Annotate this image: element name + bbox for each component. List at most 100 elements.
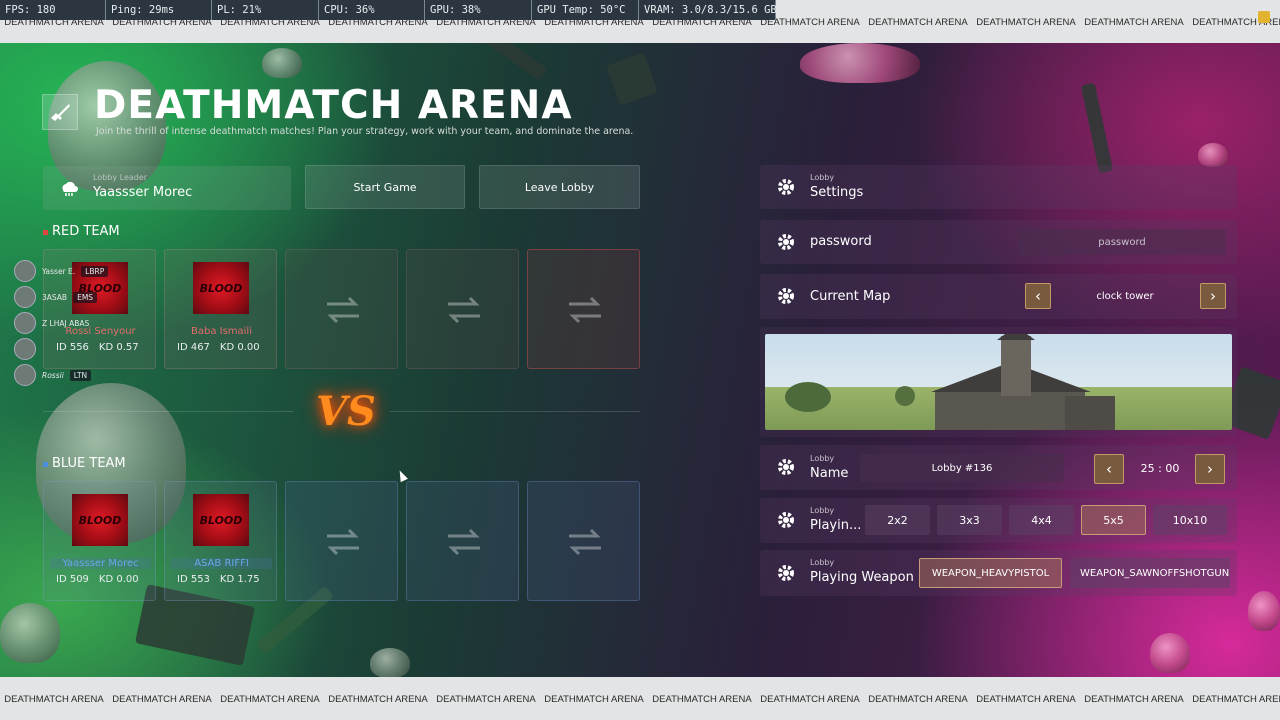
mode-option-4x4[interactable]: 4x4 [1009, 505, 1074, 535]
lobby-leader-name: Yaassser Morec [93, 185, 193, 200]
house-wall [935, 390, 1085, 430]
password-panel: password password [760, 220, 1237, 264]
rifle-decoration-icon [1080, 82, 1114, 174]
blue-empty-slot[interactable] [406, 481, 519, 601]
voice-user-name: Yasser E. [42, 266, 76, 276]
blue-team-label: BLUE TEAM [52, 456, 126, 471]
voice-list-item: Rossii LTN [14, 363, 92, 387]
ticker-text: DEATHMATCH ARENA [544, 694, 644, 705]
swap-arrows-icon [448, 296, 480, 324]
password-input[interactable]: password [1018, 229, 1226, 255]
gear-icon [778, 234, 794, 250]
mode-option-5x5[interactable]: 5x5 [1081, 505, 1146, 535]
skull-decoration-icon [370, 648, 410, 677]
playing-weapon-title: Playing Weapon [810, 570, 914, 585]
player-name: Yaassser Morec [50, 558, 151, 569]
swap-arrows-icon [569, 528, 601, 556]
versus-label: VS [316, 388, 376, 435]
lobby-leader-label: Lobby Leader [93, 173, 148, 182]
mode-option-3x3[interactable]: 3x3 [937, 505, 1002, 535]
mode-option-10x10[interactable]: 10x10 [1153, 505, 1227, 535]
playing-weapon-label: Lobby [810, 558, 835, 567]
map-prev-button[interactable]: ‹ [1025, 283, 1051, 309]
red-player-slot[interactable]: BLOOD Baba Ismaili ID 467 KD 0.00 [164, 249, 277, 369]
divider [390, 411, 640, 412]
voice-user-tag: LTN [69, 369, 92, 381]
ping-readout: Ping: 29ms [106, 0, 212, 20]
blue-team-dot-icon [43, 462, 48, 467]
settings-title: Settings [810, 185, 864, 200]
timer-value: 25 : 00 [1140, 461, 1180, 475]
player-id: ID 467 [177, 342, 210, 353]
blue-empty-slot[interactable] [527, 481, 640, 601]
player-stats: ID 467 KD 0.00 [177, 342, 270, 353]
playing-mode-label: Lobby [810, 506, 835, 515]
voice-user-tag: EMS [73, 291, 98, 303]
map-preview-image [765, 334, 1232, 430]
skull-decoration-icon [800, 43, 920, 83]
player-id: ID 553 [177, 574, 210, 585]
skull-decoration-icon [1248, 591, 1280, 631]
ticker-text: DEATHMATCH ARENA [868, 17, 968, 28]
ticker-text: DEATHMATCH ARENA [1084, 17, 1184, 28]
ticker-text: DEATHMATCH ARENA [868, 694, 968, 705]
swap-arrows-icon [448, 528, 480, 556]
player-kd: KD 0.00 [219, 342, 260, 353]
cloud-user-icon [62, 181, 78, 196]
weapon-option-heavypistol[interactable]: WEAPON_HEAVYPISTOL [919, 558, 1062, 588]
leave-lobby-button[interactable]: Leave Lobby [479, 165, 640, 209]
tree-decoration [895, 386, 915, 406]
avatar [14, 338, 36, 360]
red-team-label: RED TEAM [52, 224, 120, 239]
player-stats: ID 556 KD 0.57 [56, 342, 149, 353]
skull-decoration-icon [1150, 633, 1190, 673]
current-map-title: Current Map [810, 289, 891, 304]
red-empty-slot[interactable] [285, 249, 398, 369]
start-game-button[interactable]: Start Game [305, 165, 465, 209]
lobby-name-label: Lobby [810, 454, 835, 463]
page-subtitle: Join the thrill of intense deathmatch ma… [96, 126, 634, 137]
red-empty-slot[interactable] [527, 249, 640, 369]
bottom-banner: DEATHMATCH ARENA DEATHMATCH ARENA DEATHMAT… [0, 677, 1280, 720]
cpu-readout: CPU: 36% [319, 0, 425, 20]
vram-readout: VRAM: 3.0/8.3/15.6 GB [639, 0, 777, 20]
weapon-option-sawnoffshotgun[interactable]: WEAPON_SAWNOFFSHOTGUN [1070, 558, 1230, 588]
rifle-icon [42, 94, 78, 130]
lobby-scene: DEATHMATCH ARENA Join the thrill of inte… [0, 43, 1280, 677]
chevron-right-icon: › [1210, 287, 1216, 305]
blue-player-slot[interactable]: BLOOD ASAB RIFFI ID 553 KD 1.75 [164, 481, 277, 601]
ticker-text: DEATHMATCH ARENA [760, 694, 860, 705]
skull-decoration-icon [0, 603, 60, 663]
voice-user-name: Z LHAJ ABAS [42, 318, 90, 328]
ticker-text: DEATHMATCH ARENA [328, 694, 428, 705]
player-stats: ID 553 KD 1.75 [177, 574, 270, 585]
voice-user-tag: LBRP [81, 265, 109, 277]
voice-list-item [14, 337, 42, 361]
avatar [14, 260, 36, 282]
settings-label: Lobby [810, 173, 835, 182]
chevron-right-icon: › [1207, 460, 1213, 478]
voice-list-item: 3ASAB EMS [14, 285, 98, 309]
map-next-button[interactable]: › [1200, 283, 1226, 309]
player-kd: KD 0.00 [98, 574, 139, 585]
lobby-name-panel: Lobby Name Lobby #136 ‹ 25 : 00 › [760, 445, 1237, 490]
lobby-name-input[interactable]: Lobby #136 [860, 454, 1064, 482]
ticker-text: DEATHMATCH ARENA [652, 694, 752, 705]
gear-icon [778, 459, 794, 475]
tree-decoration [785, 382, 831, 412]
settings-header-panel: Lobby Settings [760, 165, 1237, 209]
fps-readout: FPS: 180 [0, 0, 106, 20]
timer-decrease-button[interactable]: ‹ [1094, 454, 1124, 484]
player-id: ID 556 [56, 342, 89, 353]
skull-decoration-icon [262, 48, 302, 78]
ticker-text: DEATHMATCH ARENA [1192, 694, 1280, 705]
blue-empty-slot[interactable] [285, 481, 398, 601]
gear-icon [778, 565, 794, 581]
mode-option-2x2[interactable]: 2x2 [865, 505, 930, 535]
avatar [14, 286, 36, 308]
voice-user-name: 3ASAB [42, 292, 68, 302]
blue-player-slot[interactable]: BLOOD Yaassser Morec ID 509 KD 0.00 [43, 481, 156, 601]
lobby-name-title: Name [810, 466, 849, 481]
red-empty-slot[interactable] [406, 249, 519, 369]
timer-increase-button[interactable]: › [1195, 454, 1225, 484]
